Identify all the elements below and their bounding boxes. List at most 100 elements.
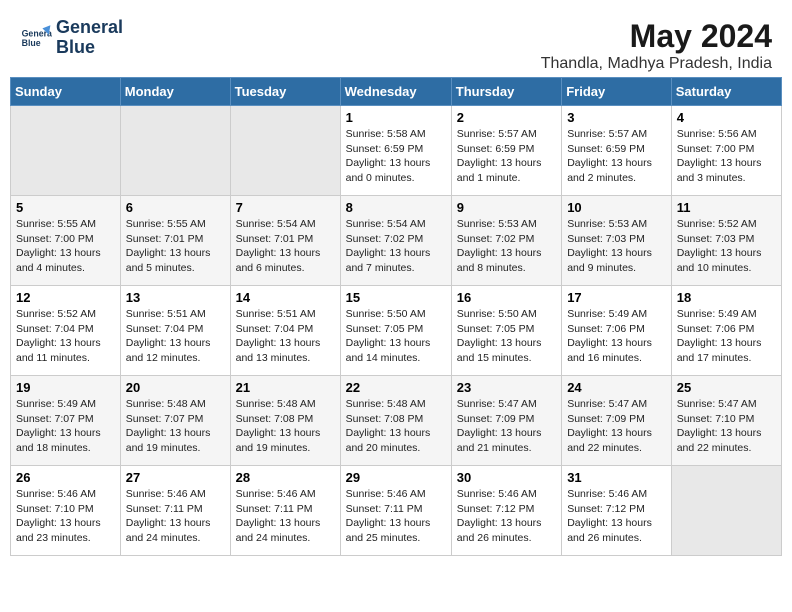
calendar-cell: 11Sunrise: 5:52 AMSunset: 7:03 PMDayligh… [671,196,781,286]
calendar-cell: 26 Sunrise: 5:46 AMSunset: 7:10 PMDayligh… [11,466,121,556]
day-info: Sunrise: 5:47 AMSunset: 7:10 PMDaylight:… [677,397,776,456]
day-info: Sunrise: 5:47 AMSunset: 7:09 PMDaylight:… [567,397,666,456]
day-info: Sunrise: 5:46 AMSunset: 7:12 PMDaylight:… [457,487,556,546]
day-info: Sunrise: 5:55 AMSunset: 7:00 PMDaylight:… [16,217,115,276]
day-info: Sunrise: 5:52 AMSunset: 7:04 PMDaylight:… [16,307,115,366]
header-cell-thursday: Thursday [451,78,561,106]
day-number: 21 [236,380,335,395]
location-subtitle: Thandla, Madhya Pradesh, India [541,55,772,73]
day-info: Sunrise: 5:47 AMSunset: 7:09 PMDaylight:… [457,397,556,456]
calendar-cell: 10Sunrise: 5:53 AMSunset: 7:03 PMDayligh… [562,196,672,286]
calendar-cell [120,106,230,196]
day-number: 16 [457,290,556,305]
calendar-cell: 1Sunrise: 5:58 AMSunset: 6:59 PMDaylight… [340,106,451,196]
day-number: 30 [457,470,556,485]
calendar-cell: 6 Sunrise: 5:55 AMSunset: 7:01 PMDaylight… [120,196,230,286]
day-number: 20 [126,380,225,395]
day-number: 27 [126,470,225,485]
calendar-cell: 25 Sunrise: 5:47 AMSunset: 7:10 PMDayligh… [671,376,781,466]
month-year-title: May 2024 [541,18,772,55]
day-number: 25 [677,380,776,395]
day-info: Sunrise: 5:54 AMSunset: 7:02 PMDaylight:… [346,217,446,276]
calendar-cell: 4 Sunrise: 5:56 AMSunset: 7:00 PMDaylight… [671,106,781,196]
calendar-cell [230,106,340,196]
day-number: 10 [567,200,666,215]
calendar-cell: 29Sunrise: 5:46 AMSunset: 7:11 PMDayligh… [340,466,451,556]
calendar-cell: 9 Sunrise: 5:53 AMSunset: 7:02 PMDaylight… [451,196,561,286]
day-info: Sunrise: 5:51 AMSunset: 7:04 PMDaylight:… [236,307,335,366]
day-number: 2 [457,110,556,125]
day-number: 24 [567,380,666,395]
calendar-cell [671,466,781,556]
day-number: 13 [126,290,225,305]
day-info: Sunrise: 5:54 AMSunset: 7:01 PMDaylight:… [236,217,335,276]
day-info: Sunrise: 5:46 AMSunset: 7:10 PMDaylight:… [16,487,115,546]
calendar-cell: 23 Sunrise: 5:47 AMSunset: 7:09 PMDayligh… [451,376,561,466]
day-info: Sunrise: 5:50 AMSunset: 7:05 PMDaylight:… [346,307,446,366]
day-number: 4 [677,110,776,125]
calendar-cell: 5 Sunrise: 5:55 AMSunset: 7:00 PMDaylight… [11,196,121,286]
calendar-week-4: 19Sunrise: 5:49 AMSunset: 7:07 PMDayligh… [11,376,782,466]
calendar-cell: 14 Sunrise: 5:51 AMSunset: 7:04 PMDayligh… [230,286,340,376]
day-info: Sunrise: 5:48 AMSunset: 7:07 PMDaylight:… [126,397,225,456]
day-info: Sunrise: 5:51 AMSunset: 7:04 PMDaylight:… [126,307,225,366]
page-header: General Blue General Blue May 2024 Thand… [10,10,782,73]
day-number: 22 [346,380,446,395]
calendar-header: SundayMondayTuesdayWednesdayThursdayFrid… [11,78,782,106]
day-info: Sunrise: 5:48 AMSunset: 7:08 PMDaylight:… [346,397,446,456]
logo-icon: General Blue [20,22,52,54]
day-number: 7 [236,200,335,215]
day-number: 31 [567,470,666,485]
day-info: Sunrise: 5:56 AMSunset: 7:00 PMDaylight:… [677,127,776,186]
calendar-cell: 2Sunrise: 5:57 AMSunset: 6:59 PMDaylight… [451,106,561,196]
svg-text:Blue: Blue [22,38,41,48]
header-row: SundayMondayTuesdayWednesdayThursdayFrid… [11,78,782,106]
calendar-cell: 28 Sunrise: 5:46 AMSunset: 7:11 PMDayligh… [230,466,340,556]
day-info: Sunrise: 5:49 AMSunset: 7:07 PMDaylight:… [16,397,115,456]
day-number: 18 [677,290,776,305]
day-info: Sunrise: 5:46 AMSunset: 7:11 PMDaylight:… [346,487,446,546]
calendar-week-1: 1Sunrise: 5:58 AMSunset: 6:59 PMDaylight… [11,106,782,196]
day-info: Sunrise: 5:46 AMSunset: 7:11 PMDaylight:… [236,487,335,546]
calendar-cell: 3 Sunrise: 5:57 AMSunset: 6:59 PMDaylight… [562,106,672,196]
day-number: 8 [346,200,446,215]
calendar-cell: 27Sunrise: 5:46 AMSunset: 7:11 PMDayligh… [120,466,230,556]
calendar-cell: 8 Sunrise: 5:54 AMSunset: 7:02 PMDaylight… [340,196,451,286]
calendar-cell: 22 Sunrise: 5:48 AMSunset: 7:08 PMDayligh… [340,376,451,466]
title-section: May 2024 Thandla, Madhya Pradesh, India [541,18,772,73]
header-cell-wednesday: Wednesday [340,78,451,106]
day-number: 26 [16,470,115,485]
calendar-cell: 24 Sunrise: 5:47 AMSunset: 7:09 PMDayligh… [562,376,672,466]
day-info: Sunrise: 5:48 AMSunset: 7:08 PMDaylight:… [236,397,335,456]
calendar-week-5: 26 Sunrise: 5:46 AMSunset: 7:10 PMDayligh… [11,466,782,556]
day-number: 23 [457,380,556,395]
calendar-cell: 19Sunrise: 5:49 AMSunset: 7:07 PMDayligh… [11,376,121,466]
calendar-cell: 17 Sunrise: 5:49 AMSunset: 7:06 PMDayligh… [562,286,672,376]
day-number: 14 [236,290,335,305]
day-number: 5 [16,200,115,215]
day-number: 6 [126,200,225,215]
day-info: Sunrise: 5:46 AMSunset: 7:12 PMDaylight:… [567,487,666,546]
calendar-cell: 20 Sunrise: 5:48 AMSunset: 7:07 PMDayligh… [120,376,230,466]
day-number: 17 [567,290,666,305]
calendar-cell: 18 Sunrise: 5:49 AMSunset: 7:06 PMDayligh… [671,286,781,376]
day-number: 9 [457,200,556,215]
day-info: Sunrise: 5:58 AMSunset: 6:59 PMDaylight:… [346,127,446,186]
day-info: Sunrise: 5:49 AMSunset: 7:06 PMDaylight:… [677,307,776,366]
header-cell-tuesday: Tuesday [230,78,340,106]
calendar-cell [11,106,121,196]
calendar-week-3: 12 Sunrise: 5:52 AMSunset: 7:04 PMDayligh… [11,286,782,376]
day-number: 12 [16,290,115,305]
day-number: 28 [236,470,335,485]
day-number: 3 [567,110,666,125]
day-number: 11 [677,200,776,215]
header-cell-saturday: Saturday [671,78,781,106]
logo: General Blue General Blue [20,18,123,58]
day-info: Sunrise: 5:55 AMSunset: 7:01 PMDaylight:… [126,217,225,276]
day-info: Sunrise: 5:53 AMSunset: 7:02 PMDaylight:… [457,217,556,276]
day-info: Sunrise: 5:50 AMSunset: 7:05 PMDaylight:… [457,307,556,366]
day-info: Sunrise: 5:49 AMSunset: 7:06 PMDaylight:… [567,307,666,366]
day-info: Sunrise: 5:57 AMSunset: 6:59 PMDaylight:… [567,127,666,186]
calendar-cell: 31 Sunrise: 5:46 AMSunset: 7:12 PMDayligh… [562,466,672,556]
header-cell-sunday: Sunday [11,78,121,106]
